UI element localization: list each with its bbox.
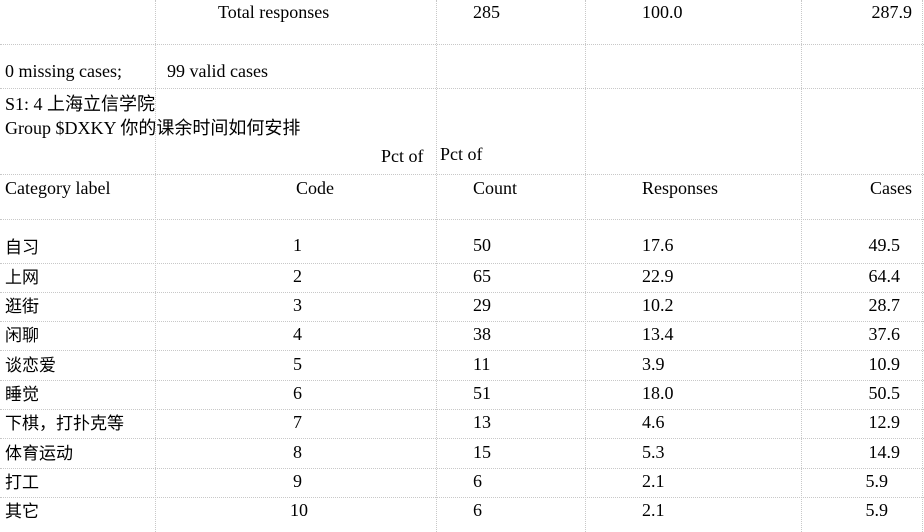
row-code: 2 bbox=[293, 266, 302, 286]
row-code: 10 bbox=[290, 500, 308, 520]
row-pct-cases: 50.5 bbox=[868, 383, 901, 403]
row-code: 1 bbox=[293, 235, 302, 255]
grid-hline-1 bbox=[0, 44, 924, 45]
row-count: 6 bbox=[473, 471, 482, 491]
row-pct-responses: 4.6 bbox=[642, 412, 665, 432]
grid-hline-4 bbox=[0, 219, 924, 220]
survey-line: S1: 4 上海立信学院 bbox=[5, 94, 156, 114]
row-count: 11 bbox=[473, 354, 491, 374]
grid-hline-13 bbox=[0, 497, 924, 498]
valid-cases: 99 valid cases bbox=[167, 61, 268, 81]
row-code: 4 bbox=[293, 324, 302, 344]
grid-vline-3 bbox=[585, 0, 586, 532]
row-pct-cases: 64.4 bbox=[868, 266, 901, 286]
grid-vline-4 bbox=[801, 0, 802, 532]
row-pct-cases: 5.9 bbox=[865, 500, 889, 520]
total-responses-label: Total responses bbox=[218, 2, 330, 22]
grid-vline-1 bbox=[155, 0, 156, 532]
row-label: 闲聊 bbox=[5, 326, 39, 346]
row-count: 29 bbox=[473, 295, 491, 315]
row-label: 睡觉 bbox=[5, 385, 39, 405]
row-pct-responses: 5.3 bbox=[642, 442, 665, 462]
row-pct-cases: 12.9 bbox=[868, 412, 901, 432]
grid-hline-10 bbox=[0, 409, 924, 410]
column-header-cases: Cases bbox=[870, 178, 912, 198]
row-pct-responses: 3.9 bbox=[642, 354, 665, 374]
row-label: 其它 bbox=[5, 502, 39, 522]
row-count: 38 bbox=[473, 324, 491, 344]
row-pct-cases: 28.7 bbox=[868, 295, 901, 315]
row-pct-responses: 22.9 bbox=[642, 266, 674, 286]
row-label: 上网 bbox=[5, 268, 39, 288]
row-label: 打工 bbox=[5, 473, 39, 493]
row-code: 7 bbox=[293, 412, 302, 432]
column-header-count: Count bbox=[473, 178, 518, 198]
total-pct-responses: 100.0 bbox=[642, 2, 683, 22]
grid-vline-5 bbox=[922, 0, 923, 532]
grid-hline-5 bbox=[0, 263, 924, 264]
row-count: 13 bbox=[473, 412, 491, 432]
grid-hline-2 bbox=[0, 88, 924, 89]
row-count: 6 bbox=[473, 500, 482, 520]
grid-hline-9 bbox=[0, 380, 924, 381]
grid-vline-2 bbox=[436, 0, 437, 532]
pct-of-label-1: Pct of bbox=[381, 146, 424, 166]
row-pct-cases: 37.6 bbox=[868, 324, 901, 344]
row-count: 50 bbox=[473, 235, 491, 255]
row-label: 逛街 bbox=[5, 297, 39, 317]
total-pct-cases: 287.9 bbox=[871, 2, 913, 22]
row-pct-responses: 17.6 bbox=[642, 235, 674, 255]
row-pct-cases: 49.5 bbox=[868, 235, 901, 255]
grid-hline-11 bbox=[0, 438, 924, 439]
row-count: 51 bbox=[473, 383, 491, 403]
grid-hline-8 bbox=[0, 350, 924, 351]
row-pct-responses: 13.4 bbox=[642, 324, 674, 344]
column-header-responses: Responses bbox=[642, 178, 718, 198]
row-pct-cases: 14.9 bbox=[868, 442, 901, 462]
row-pct-responses: 2.1 bbox=[642, 500, 665, 520]
missing-cases: 0 missing cases; bbox=[5, 61, 122, 81]
row-pct-cases: 10.9 bbox=[868, 354, 901, 374]
grid-hline-6 bbox=[0, 292, 924, 293]
row-label: 谈恋爱 bbox=[5, 356, 56, 376]
row-code: 3 bbox=[293, 295, 302, 315]
row-count: 15 bbox=[473, 442, 491, 462]
grid-hline-7 bbox=[0, 321, 924, 322]
row-code: 6 bbox=[293, 383, 302, 403]
pct-of-label-2: Pct of bbox=[440, 144, 483, 164]
row-pct-responses: 2.1 bbox=[642, 471, 665, 491]
row-pct-responses: 10.2 bbox=[642, 295, 674, 315]
group-line: Group $DXKY 你的课余时间如何安排 bbox=[5, 118, 301, 138]
row-label: 体育运动 bbox=[5, 444, 73, 464]
row-code: 9 bbox=[293, 471, 302, 491]
grid-hline-3 bbox=[0, 174, 924, 175]
row-pct-cases: 5.9 bbox=[865, 471, 889, 491]
row-code: 5 bbox=[293, 354, 302, 374]
row-count: 65 bbox=[473, 266, 491, 286]
row-label: 自习 bbox=[5, 238, 39, 258]
grid-hline-12 bbox=[0, 468, 924, 469]
row-code: 8 bbox=[293, 442, 302, 462]
column-header-category: Category label bbox=[5, 178, 111, 198]
total-count: 285 bbox=[473, 2, 500, 22]
row-pct-responses: 18.0 bbox=[642, 383, 674, 403]
row-label: 下棋，打扑克等 bbox=[5, 414, 124, 434]
column-header-code: Code bbox=[296, 178, 334, 198]
